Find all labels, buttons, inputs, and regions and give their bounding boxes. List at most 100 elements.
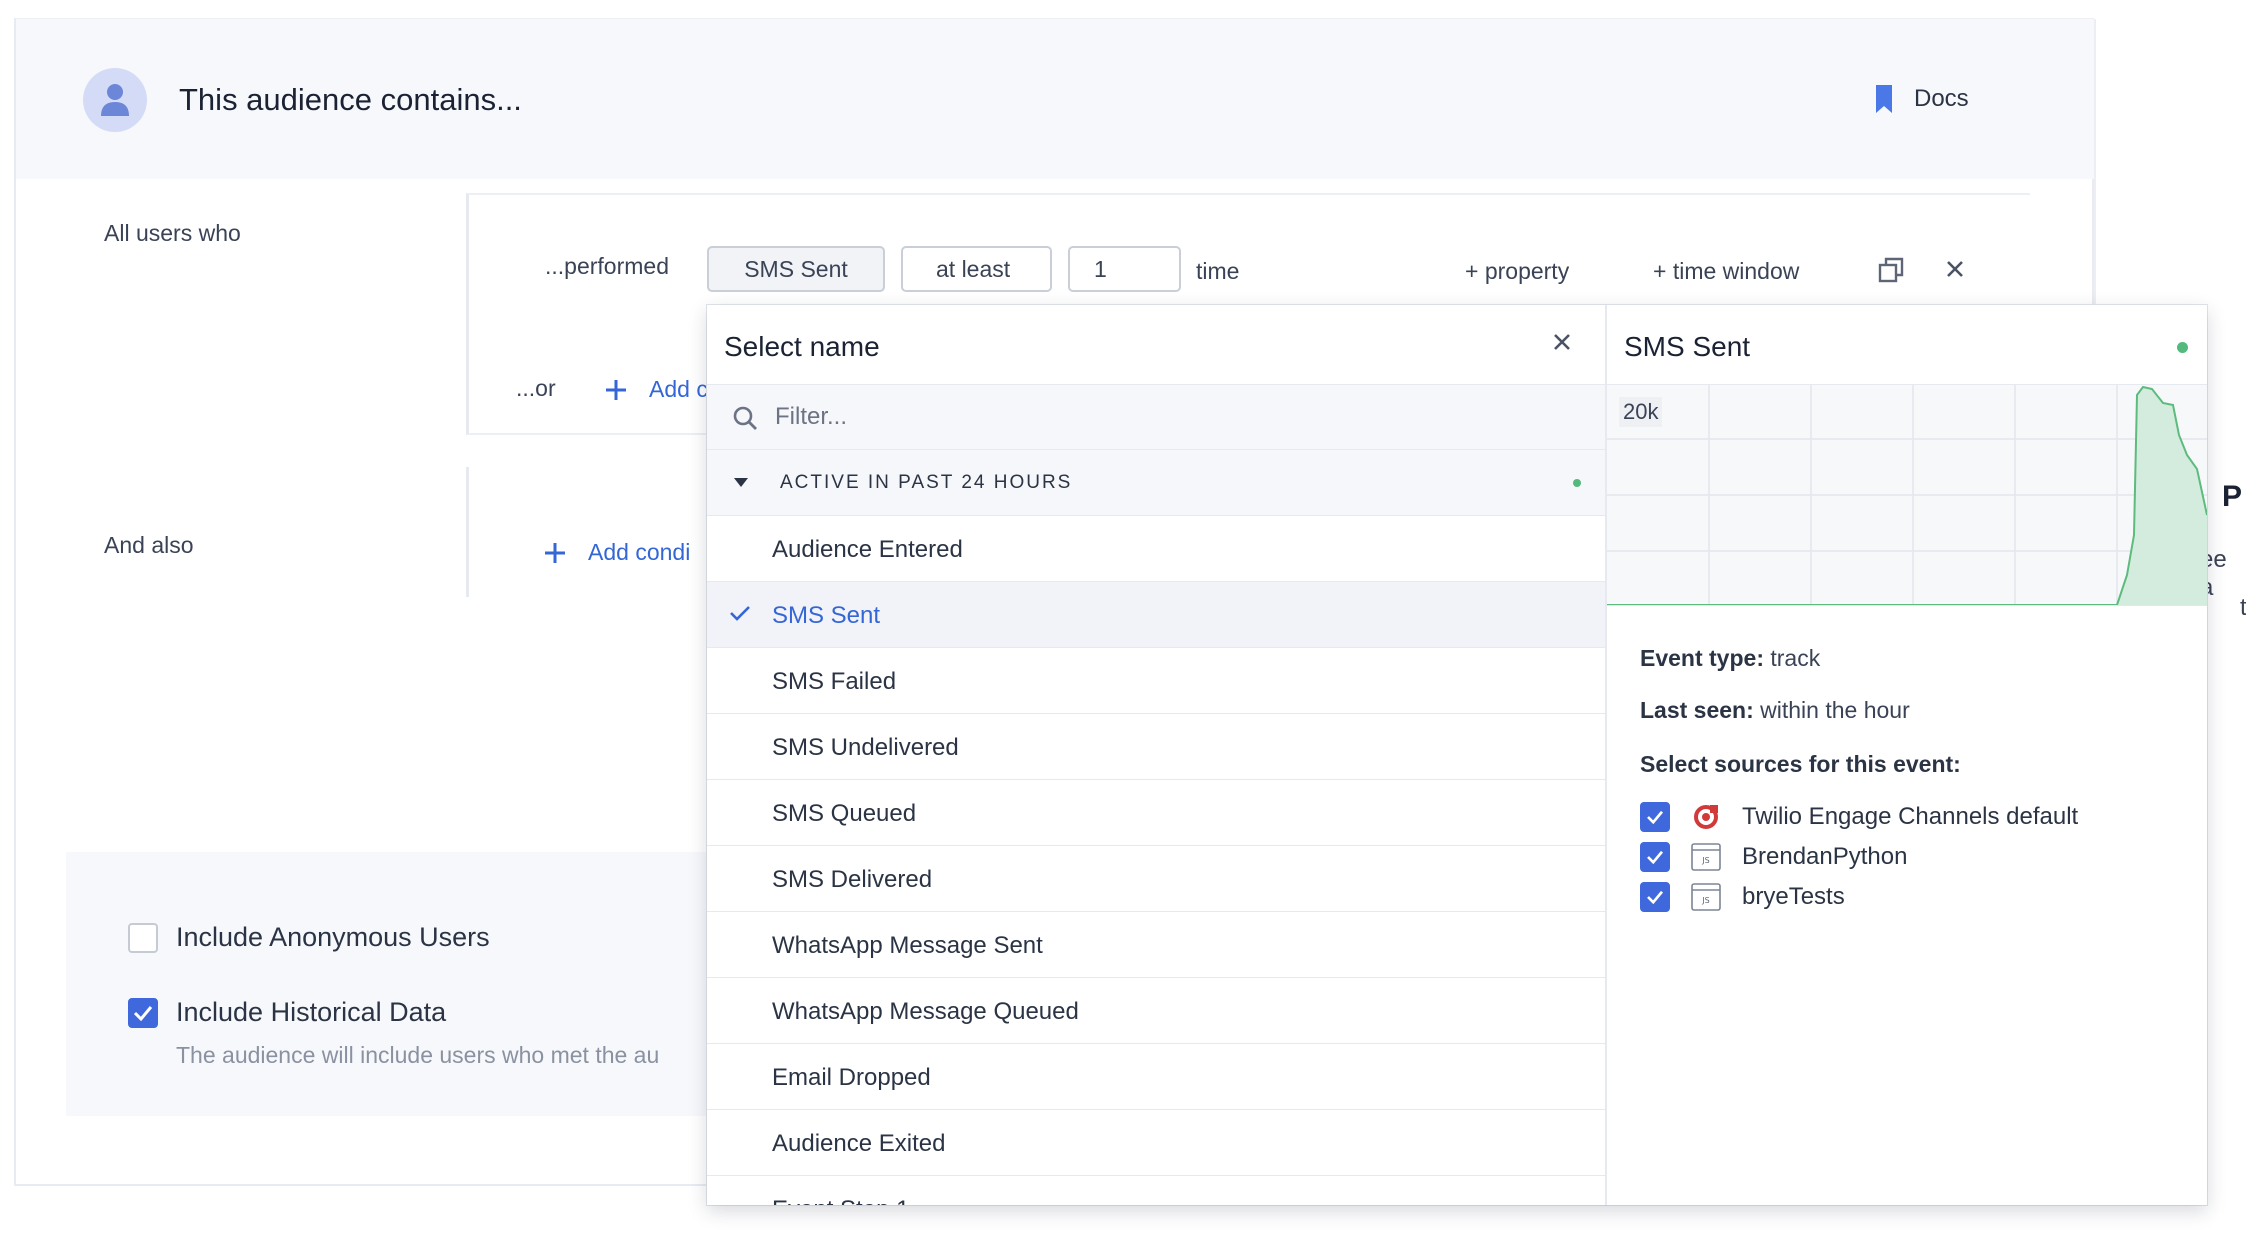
add-and-condition-button[interactable]: Add condi (544, 539, 690, 566)
event-list-item[interactable]: SMS Queued (707, 780, 1605, 846)
page-title: This audience contains... (179, 82, 522, 117)
event-list-item-label: SMS Failed (772, 668, 897, 695)
source-checkbox[interactable] (1640, 802, 1670, 832)
event-list-item-label: SMS Queued (772, 800, 917, 827)
event-list-item-label: WhatsApp Message Sent (772, 932, 1043, 959)
event-list-item-label: SMS Sent (772, 602, 881, 629)
source-option[interactable]: JS BrendanPython (1640, 841, 1907, 873)
event-list-item-label: Audience Exited (772, 1130, 946, 1157)
anonymous-users-label: Include Anonymous Users (176, 922, 490, 952)
historical-data-checkbox[interactable] (128, 997, 158, 1028)
chart-svg (1607, 385, 2207, 605)
event-list-item[interactable]: SMS Undelivered (707, 714, 1605, 780)
event-list-pane: Select name ACTIVE IN PAST 24 HOURS Audi… (707, 305, 1607, 1205)
filter-input[interactable] (775, 397, 1575, 437)
js-source-icon: JS (1691, 843, 1721, 871)
historical-data-option[interactable]: Include Historical Data (128, 997, 446, 1028)
dropdown-title: Select name (724, 331, 880, 362)
last-seen: Last seen: within the hour (1640, 697, 1910, 724)
event-volume-chart: 20k (1607, 384, 2207, 606)
audience-options (66, 852, 766, 1116)
event-list-item[interactable]: Audience Exited (707, 1110, 1605, 1176)
time-label: time (1196, 258, 1240, 284)
event-picker-dropdown: Select name ACTIVE IN PAST 24 HOURS Audi… (707, 305, 2207, 1205)
count-input[interactable]: 1 (1068, 246, 1181, 292)
check-icon (1647, 850, 1664, 864)
card-header: This audience contains... Docs (16, 19, 2094, 179)
event-list-item-label: Email Dropped (772, 1064, 931, 1091)
add-property-button[interactable]: + property (1465, 258, 1569, 285)
check-icon (1647, 890, 1664, 904)
source-checkbox[interactable] (1640, 882, 1670, 912)
source-name: Twilio Engage Channels default (1742, 803, 2079, 830)
anonymous-users-option[interactable]: Include Anonymous Users (128, 922, 490, 953)
svg-text:JS: JS (1701, 896, 1709, 905)
event-list-item[interactable]: WhatsApp Message Queued (707, 978, 1605, 1044)
twilio-icon (1693, 804, 1719, 830)
source-option[interactable]: Twilio Engage Channels default (1640, 801, 2078, 833)
add-and-condition-label: Add condi (588, 539, 691, 565)
user-icon (101, 84, 129, 116)
docs-label: Docs (1914, 85, 1969, 112)
event-list-item[interactable]: SMS Sent (707, 582, 1605, 648)
add-or-condition-label: Add c (649, 376, 708, 402)
check-icon (730, 606, 750, 621)
performed-label: ...performed (545, 253, 669, 279)
close-icon[interactable] (1553, 333, 1571, 356)
last-seen-value: within the hour (1760, 697, 1910, 723)
anonymous-users-checkbox[interactable] (128, 922, 158, 953)
plus-icon (606, 379, 626, 400)
event-list-item[interactable]: Email Dropped (707, 1044, 1605, 1110)
event-list-item[interactable]: SMS Failed (707, 648, 1605, 714)
historical-data-label: Include Historical Data (176, 997, 447, 1027)
event-list-item-label: SMS Delivered (772, 866, 933, 893)
peek-heading: P (2222, 480, 2243, 513)
caret-down-icon (734, 478, 748, 487)
check-icon (1647, 810, 1664, 824)
filter-row (707, 384, 1605, 450)
y-tick-label: 20k (1619, 397, 1663, 427)
source-name: BrendanPython (1742, 843, 1908, 870)
peek-text-2: t (2240, 594, 2246, 621)
sources-label: Select sources for this event: (1640, 751, 1961, 777)
event-status-dot (2177, 342, 2188, 353)
active-status-dot (1573, 479, 1581, 487)
event-list-item-label: Audience Entered (772, 536, 963, 563)
event-select[interactable]: SMS Sent (707, 246, 885, 292)
event-list-item[interactable]: WhatsApp Message Sent (707, 912, 1605, 978)
operator-select[interactable]: at least (901, 246, 1052, 292)
event-list-item[interactable]: Event Step 1 (707, 1176, 1605, 1205)
and-also-label: And also (104, 532, 194, 558)
event-type-value: track (1770, 645, 1821, 671)
source-name: bryeTests (1742, 883, 1845, 910)
event-list-item-label: Event Step 1 (772, 1196, 909, 1205)
event-type: Event type: track (1640, 645, 1820, 672)
remove-condition-icon[interactable] (1946, 260, 1964, 283)
js-source-icon: JS (1691, 883, 1721, 911)
check-icon (133, 1005, 153, 1021)
source-checkbox[interactable] (1640, 842, 1670, 872)
docs-link[interactable]: Docs (1876, 85, 1969, 113)
add-time-window-button[interactable]: + time window (1653, 258, 1799, 285)
last-seen-label: Last seen: (1640, 697, 1754, 723)
search-icon (733, 406, 757, 430)
chart-area (2117, 387, 2207, 605)
source-option[interactable]: JS bryeTests (1640, 881, 1845, 913)
or-label: ...or (516, 375, 556, 401)
plus-icon (545, 542, 565, 563)
and-block-divider (466, 467, 469, 597)
svg-text:JS: JS (1701, 856, 1709, 865)
event-list: Audience Entered SMS Sent SMS Failed SMS Un… (707, 516, 1605, 1205)
event-list-item[interactable]: SMS Delivered (707, 846, 1605, 912)
event-type-label: Event type: (1640, 645, 1764, 671)
event-detail-pane: SMS Sent 20k Event type: track Last seen… (1607, 305, 2207, 1205)
section-header-label: ACTIVE IN PAST 24 HOURS (780, 472, 1073, 493)
event-list-item-label: SMS Undelivered (772, 734, 959, 761)
event-list-item[interactable]: Audience Entered (707, 516, 1605, 582)
add-or-condition-button[interactable]: Add c (605, 376, 708, 403)
section-header-active[interactable]: ACTIVE IN PAST 24 HOURS (707, 450, 1605, 516)
duplicate-icon[interactable] (1878, 257, 1904, 288)
sources-heading: Select sources for this event: (1640, 751, 1961, 778)
bookmark-icon (1876, 85, 1892, 113)
historical-data-description: The audience will include users who met … (176, 1042, 660, 1068)
